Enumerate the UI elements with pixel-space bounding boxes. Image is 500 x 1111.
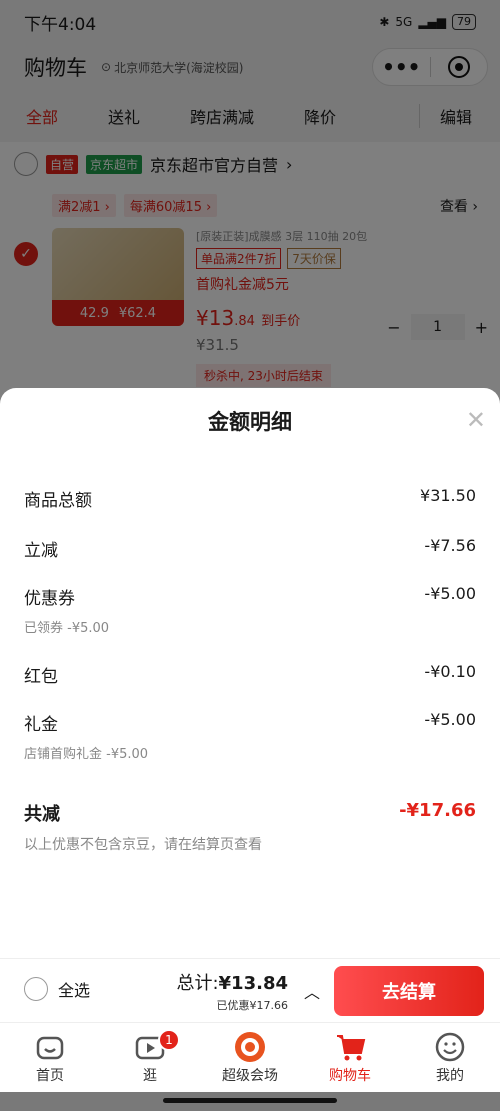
total-line: 总计:¥13.84 [176, 969, 288, 995]
sheet-title: 金额明细 [208, 410, 292, 434]
bottom-nav: 首页 1 逛 超级会场 购物车 我的 [0, 1022, 500, 1092]
nav-label: 逛 [143, 1068, 157, 1084]
cart-icon [334, 1031, 366, 1063]
nav-label: 购物车 [329, 1068, 371, 1084]
detail-label: 商品总额 [24, 491, 92, 511]
total-discount-value: -¥17.66 [399, 800, 476, 821]
detail-label: 礼金 [24, 715, 58, 735]
home-indicator [163, 1098, 337, 1103]
discount-note: 以上优惠不包含京豆，请在结算页查看 [24, 837, 262, 853]
total-label: 总计: [176, 973, 219, 994]
total-discount-row: 共减 -¥17.66 [24, 800, 476, 826]
nav-label: 我的 [436, 1068, 464, 1084]
detail-label: 红包 [24, 667, 58, 687]
total-value: ¥13.84 [218, 973, 288, 994]
checkout-button[interactable]: 去结算 [334, 966, 484, 1016]
nav-label: 首页 [36, 1068, 64, 1084]
detail-row-gift: 礼金 -¥5.00 [24, 710, 476, 735]
notification-badge: 1 [158, 1029, 180, 1051]
nav-label: 超级会场 [222, 1068, 278, 1084]
detail-row-coupon: 优惠券 -¥5.00 [24, 584, 476, 609]
checkout-bar: 全选 总计:¥13.84 已优惠¥17.66 ︿ 去结算 [0, 958, 500, 1022]
select-all[interactable]: 全选 [24, 977, 90, 1001]
detail-label: 立减 [24, 541, 58, 561]
checkout-total: 总计:¥13.84 已优惠¥17.66 [176, 969, 288, 1013]
profile-icon [434, 1031, 466, 1063]
detail-row-redpacket: 红包 -¥0.10 [24, 662, 476, 687]
detail-subtext: 店铺首购礼金 -¥5.00 [24, 747, 149, 762]
saved-amount: 已优惠¥17.66 [216, 999, 289, 1012]
select-all-label: 全选 [58, 981, 91, 1000]
detail-subtext: 已领券 -¥5.00 [24, 621, 110, 636]
select-all-radio[interactable] [24, 977, 48, 1001]
total-discount-label: 共减 [24, 804, 60, 825]
nav-venue[interactable]: 超级会场 [200, 1023, 300, 1092]
home-icon [34, 1031, 66, 1063]
detail-label: 优惠券 [24, 589, 75, 609]
nav-profile[interactable]: 我的 [400, 1023, 500, 1092]
detail-value: ¥31.50 [420, 486, 476, 505]
detail-value: -¥7.56 [424, 536, 476, 555]
detail-row-instant: 立减 -¥7.56 [24, 536, 476, 561]
nav-cart[interactable]: 购物车 [300, 1023, 400, 1092]
detail-value: -¥5.00 [424, 710, 476, 729]
nav-browse[interactable]: 1 逛 [100, 1023, 200, 1092]
close-icon[interactable]: ✕ [466, 406, 486, 434]
detail-value: -¥5.00 [424, 584, 476, 603]
detail-value: -¥0.10 [424, 662, 476, 681]
chevron-up-icon[interactable]: ︿ [304, 979, 320, 1003]
nav-home[interactable]: 首页 [0, 1023, 100, 1092]
amount-detail-sheet: 金额明细 ✕ 商品总额 ¥31.50 立减 -¥7.56 优惠券 -¥5.00 … [0, 388, 500, 958]
detail-row-total: 商品总额 ¥31.50 [24, 486, 476, 511]
venue-icon [234, 1031, 266, 1063]
